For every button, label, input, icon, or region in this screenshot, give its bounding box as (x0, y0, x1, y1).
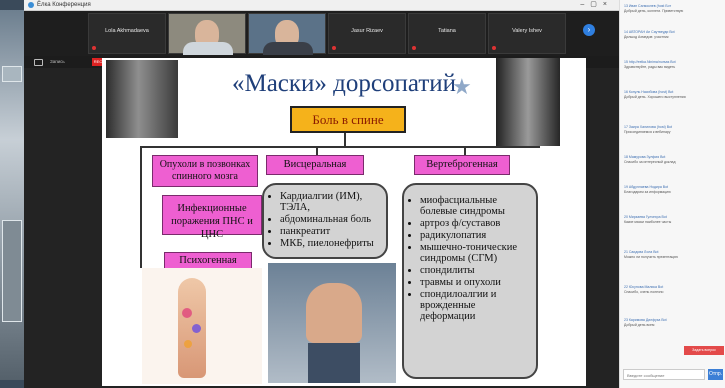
participant-body (263, 42, 313, 55)
ask-question-button[interactable]: Задать вопрос (684, 346, 724, 355)
connector-line (140, 146, 142, 268)
chat-message: 23 Каримова Дилфуза Bot Добрый день всем (624, 318, 667, 327)
list-item: МКБ, пиелонефриты (280, 238, 380, 249)
person-legs (308, 343, 360, 383)
list-item: травмы и опухоли (420, 277, 530, 288)
main-topic-box: Боль в спине (290, 106, 406, 133)
list-item: мышечно-тонические синдромы (СГМ) (420, 242, 530, 264)
participant-name: Jasur Rizaev (351, 28, 383, 34)
chat-message: 20 Мирзаева Гулчехра Bot Какие маски наиб… (624, 215, 672, 224)
chat-message: 13 Иван Сагмоклев (host Бот Добрый день, … (624, 4, 684, 13)
conference-window: Ёлка Конференция –▢× Lola Akhmadaeva Jas… (24, 0, 619, 388)
visceral-list-box: Кардиалгии (ИМ), ТЭЛА, абдоминальная бол… (262, 183, 388, 259)
participant-name: Tatiana (438, 28, 456, 34)
next-participants-button[interactable]: › (583, 24, 595, 36)
desktop-background-strip (0, 0, 24, 388)
person-torso (306, 283, 362, 343)
camera-label: Запись (50, 59, 65, 64)
participant-tile[interactable]: Jasur Rizaev (328, 13, 406, 54)
list-item: миофасциальные болевые синдромы (420, 195, 530, 217)
category-box: Инфекционные поражения ПНС и ЦНС (162, 195, 262, 240)
chat-message: 19 Абдуллаева Нодира Bot Благодарим за ин… (624, 185, 671, 194)
chat-input[interactable]: Введите сообщение (623, 369, 705, 380)
list-item: радикулопатия (420, 230, 530, 241)
participant-body (183, 42, 233, 55)
list-item: абдоминальная боль (280, 214, 380, 225)
shared-slide: «Маски» дорсопатий ★ Боль в спине Опухол… (102, 58, 586, 386)
participant-name: Valery Ishev (512, 28, 542, 34)
pain-spot (184, 340, 192, 348)
send-button[interactable]: Отпр. (708, 369, 723, 380)
chat-message: 17 Заира Халилова (host) Bot Присоединяем… (624, 125, 672, 134)
chat-sidebar: 13 Иван Сагмоклев (host Бот Добрый день, … (619, 0, 725, 388)
star-icon: ★ (452, 74, 472, 99)
mic-off-icon (492, 46, 496, 50)
list-item: Кардиалгии (ИМ), ТЭЛА, (280, 191, 380, 213)
mic-off-icon (92, 46, 96, 50)
back-pain-photo (268, 263, 396, 383)
list-item: панкреатит (280, 226, 380, 237)
window-controls[interactable]: –▢× (580, 0, 613, 10)
camera-icon[interactable] (34, 59, 43, 66)
chat-message: 21 Саидова Лола Bot Можно ли получить пре… (624, 250, 679, 259)
list-item: артроз ф/суставов (420, 218, 530, 229)
pain-spot (182, 308, 192, 318)
chat-message: 18 Мамурова Зулфия Bot Спасибо за интерес… (624, 155, 676, 164)
app-logo-icon (28, 2, 34, 8)
chat-message: 14 АВТОРАН Ан Саутвеуди Bot Дилшод Ахмедо… (624, 30, 675, 39)
participant-video-tile[interactable] (168, 13, 246, 55)
list-item: спондилиты (420, 265, 530, 276)
participant-video-tile[interactable] (248, 13, 326, 55)
chat-message: 16 Конуль Насибова (host) Bot Добрый день… (624, 90, 686, 99)
category-box: Висцеральная (266, 155, 364, 175)
participant-tile[interactable]: Tatiana (408, 13, 486, 54)
category-box: Опухоли в позвонках спинного мозга (152, 155, 258, 187)
pain-spot (192, 324, 201, 333)
category-box: Вертеброгенная (414, 155, 510, 175)
vertebrogenic-list-box: миофасциальные болевые синдромы артроз ф… (402, 183, 538, 379)
slide-title: «Маски» дорсопатий (231, 70, 457, 97)
connector-line (140, 146, 540, 148)
participant-tile[interactable]: Lola Akhmadaeva (88, 13, 166, 54)
participant-name: Lola Akhmadaeva (105, 28, 149, 34)
desktop-thumbnail[interactable] (2, 66, 22, 82)
chat-message: 15 http://eelka.Ninima/nursas Bot Здравст… (624, 60, 676, 69)
mic-off-icon (412, 46, 416, 50)
body-pain-map-image (142, 268, 262, 384)
chat-message: 22 Юсупова Малика Bot Спасибо, очень поле… (624, 285, 664, 294)
window-title: Ёлка Конференция (37, 2, 91, 8)
connector-line (344, 133, 346, 147)
list-item: спондилоалгии и врожденные деформации (420, 289, 530, 322)
mic-off-icon (332, 46, 336, 50)
desktop-thumbnail[interactable] (2, 220, 22, 322)
participants-strip: Lola Akhmadaeva Jasur Rizaev Tatiana Val… (24, 11, 619, 56)
window-titlebar: Ёлка Конференция –▢× (24, 0, 619, 11)
participant-tile[interactable]: Valery Ishev (488, 13, 566, 54)
